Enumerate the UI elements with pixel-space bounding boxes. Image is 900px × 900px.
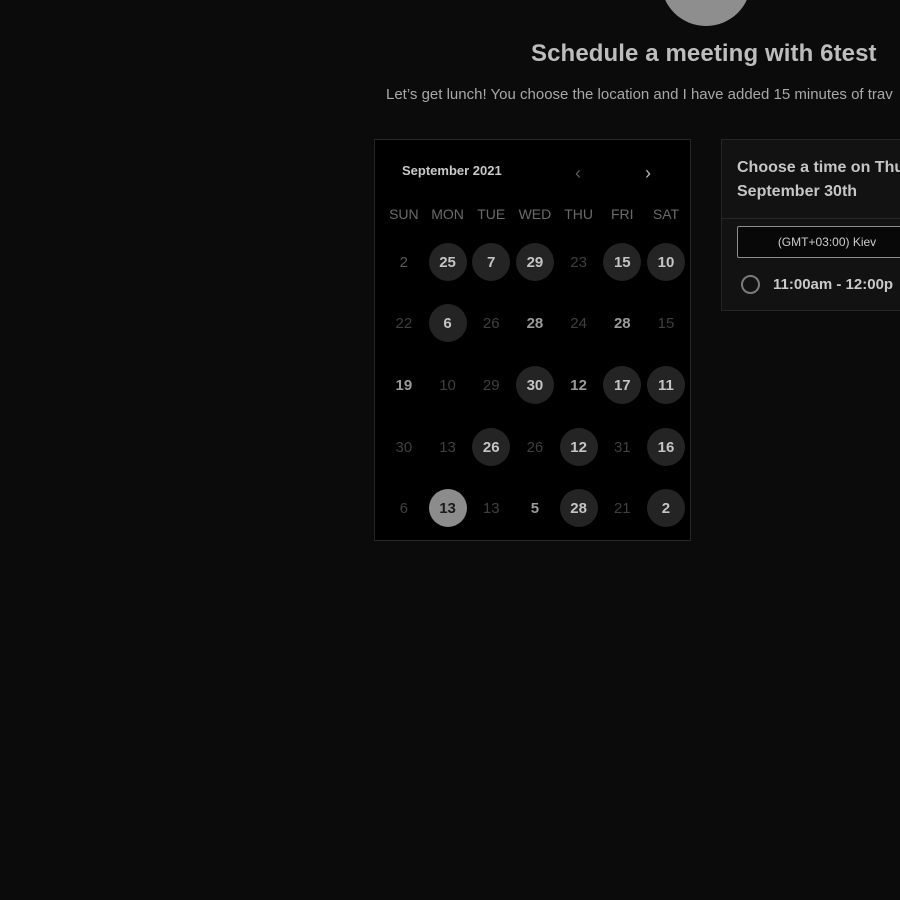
time-slot-label: 11:00am - 12:00p — [773, 276, 894, 293]
time-selection-panel: Choose a time on Thu September 30th (GMT… — [721, 139, 900, 311]
weekday-header-row: SUN MON TUE WED THU FRI SAT — [382, 206, 688, 222]
calendar-day-selected[interactable]: 13 — [426, 488, 470, 528]
weekday-label: FRI — [611, 206, 634, 222]
panel-divider — [722, 218, 900, 219]
calendar-day: 28 — [513, 303, 557, 343]
calendar-day-number: 10 — [646, 243, 685, 281]
calendar-day: 15 — [644, 303, 688, 343]
calendar-day-number: 13 — [428, 489, 467, 527]
calendar-day[interactable]: 17 — [600, 365, 644, 405]
month-label: September 2021 — [402, 163, 502, 178]
timezone-select[interactable]: (GMT+03:00) Kiev — [737, 226, 900, 258]
calendar-day-number: 29 — [515, 243, 554, 281]
calendar-day-number: 28 — [559, 489, 598, 527]
calendar-day-number: 21 — [613, 499, 631, 517]
calendar-week-row: 30 13 26 26 12 31 16 — [382, 427, 688, 467]
calendar-day-number: 12 — [570, 376, 587, 394]
weekday-label: WED — [518, 206, 552, 222]
date-picker-calendar: September 2021 ‹ › SUN MON TUE WED THU F… — [374, 139, 691, 541]
calendar-day: 6 — [382, 488, 426, 528]
calendar-day: 26 — [469, 303, 513, 343]
calendar-day-number: 12 — [559, 428, 598, 466]
page-title: Schedule a meeting with 6test — [531, 40, 877, 67]
weekday-label: MON — [431, 206, 464, 222]
weekday-label: SAT — [652, 206, 680, 222]
calendar-day-number: 19 — [395, 376, 413, 394]
calendar-day-number: 2 — [646, 489, 685, 527]
calendar-day: 29 — [469, 365, 513, 405]
calendar-day[interactable]: 30 — [513, 365, 557, 405]
calendar-day: 24 — [557, 303, 601, 343]
calendar-day[interactable]: 15 — [600, 242, 644, 282]
calendar-day-number: 26 — [526, 438, 544, 456]
calendar-day[interactable]: 11 — [644, 365, 688, 405]
calendar-week-row: 6 13 13 5 28 21 2 — [382, 488, 688, 528]
event-description: Let’s get lunch! You choose the location… — [386, 86, 893, 103]
calendar-day[interactable]: 7 — [469, 242, 513, 282]
weekday-label: SUN — [389, 206, 419, 222]
calendar-day[interactable]: 25 — [426, 242, 470, 282]
calendar-day: 31 — [600, 427, 644, 467]
time-slot-option[interactable]: 11:00am - 12:00p — [741, 275, 893, 294]
calendar-day: 10 — [426, 365, 470, 405]
calendar-day-number: 26 — [472, 428, 511, 466]
calendar-day-number: 16 — [646, 428, 685, 466]
calendar-day: 13 — [426, 427, 470, 467]
calendar-day: 23 — [557, 242, 601, 282]
calendar-day-number: 25 — [428, 243, 467, 281]
calendar-day-number: 7 — [472, 243, 511, 281]
next-month-button[interactable]: › — [637, 162, 659, 184]
calendar-day-number: 28 — [526, 314, 544, 332]
calendar-day-number: 28 — [613, 314, 631, 332]
chevron-right-icon: › — [645, 162, 651, 183]
calendar-day[interactable]: 28 — [557, 488, 601, 528]
calendar-day-number: 5 — [530, 499, 540, 517]
calendar-day-number: 26 — [482, 314, 500, 332]
calendar-day-number: 29 — [482, 376, 500, 394]
calendar-day[interactable]: 6 — [426, 303, 470, 343]
calendar-day-number: 13 — [482, 499, 500, 517]
calendar-day: 22 — [382, 303, 426, 343]
calendar-day: 19 — [382, 365, 426, 405]
calendar-day-number: 17 — [603, 366, 642, 404]
calendar-week-row: 22 6 26 28 24 28 15 — [382, 303, 688, 343]
calendar-day: 28 — [600, 303, 644, 343]
calendar-day-number: 15 — [603, 243, 642, 281]
calendar-day: 2 — [382, 242, 426, 282]
calendar-day-number: 11 — [646, 366, 685, 404]
calendar-day: 12 — [557, 365, 601, 405]
calendar-day[interactable]: 16 — [644, 427, 688, 467]
calendar-day-number: 24 — [570, 314, 587, 332]
calendar-day[interactable]: 29 — [513, 242, 557, 282]
radio-button[interactable] — [741, 275, 760, 294]
calendar-day[interactable]: 10 — [644, 242, 688, 282]
calendar-day-number: 30 — [515, 366, 554, 404]
calendar-day[interactable]: 2 — [644, 488, 688, 528]
calendar-day-number: 31 — [613, 438, 631, 456]
calendar-day-number: 6 — [428, 304, 467, 342]
calendar-day: 13 — [469, 488, 513, 528]
calendar-week-row: 2 25 7 29 23 15 10 — [382, 242, 688, 282]
calendar-day: 5 — [513, 488, 557, 528]
calendar-day: 30 — [382, 427, 426, 467]
time-panel-heading: Choose a time on Thu September 30th — [737, 159, 900, 200]
calendar-day-number: 23 — [570, 253, 587, 271]
calendar-day[interactable]: 26 — [469, 427, 513, 467]
calendar-day-number: 15 — [657, 314, 675, 332]
calendar-day-number: 2 — [399, 253, 409, 271]
calendar-week-row: 19 10 29 30 12 17 11 — [382, 365, 688, 405]
calendar-day-number: 10 — [439, 376, 456, 394]
calendar-day-number: 22 — [395, 314, 413, 332]
weekday-label: THU — [564, 206, 593, 222]
calendar-day[interactable]: 12 — [557, 427, 601, 467]
calendar-day-number: 30 — [395, 438, 413, 456]
chevron-left-icon: ‹ — [575, 162, 581, 183]
previous-month-button[interactable]: ‹ — [567, 162, 589, 184]
calendar-day-number: 13 — [439, 438, 456, 456]
calendar-day: 26 — [513, 427, 557, 467]
calendar-day: 21 — [600, 488, 644, 528]
weekday-label: TUE — [477, 206, 506, 222]
calendar-day-number: 6 — [399, 499, 409, 517]
host-avatar — [661, 0, 751, 26]
